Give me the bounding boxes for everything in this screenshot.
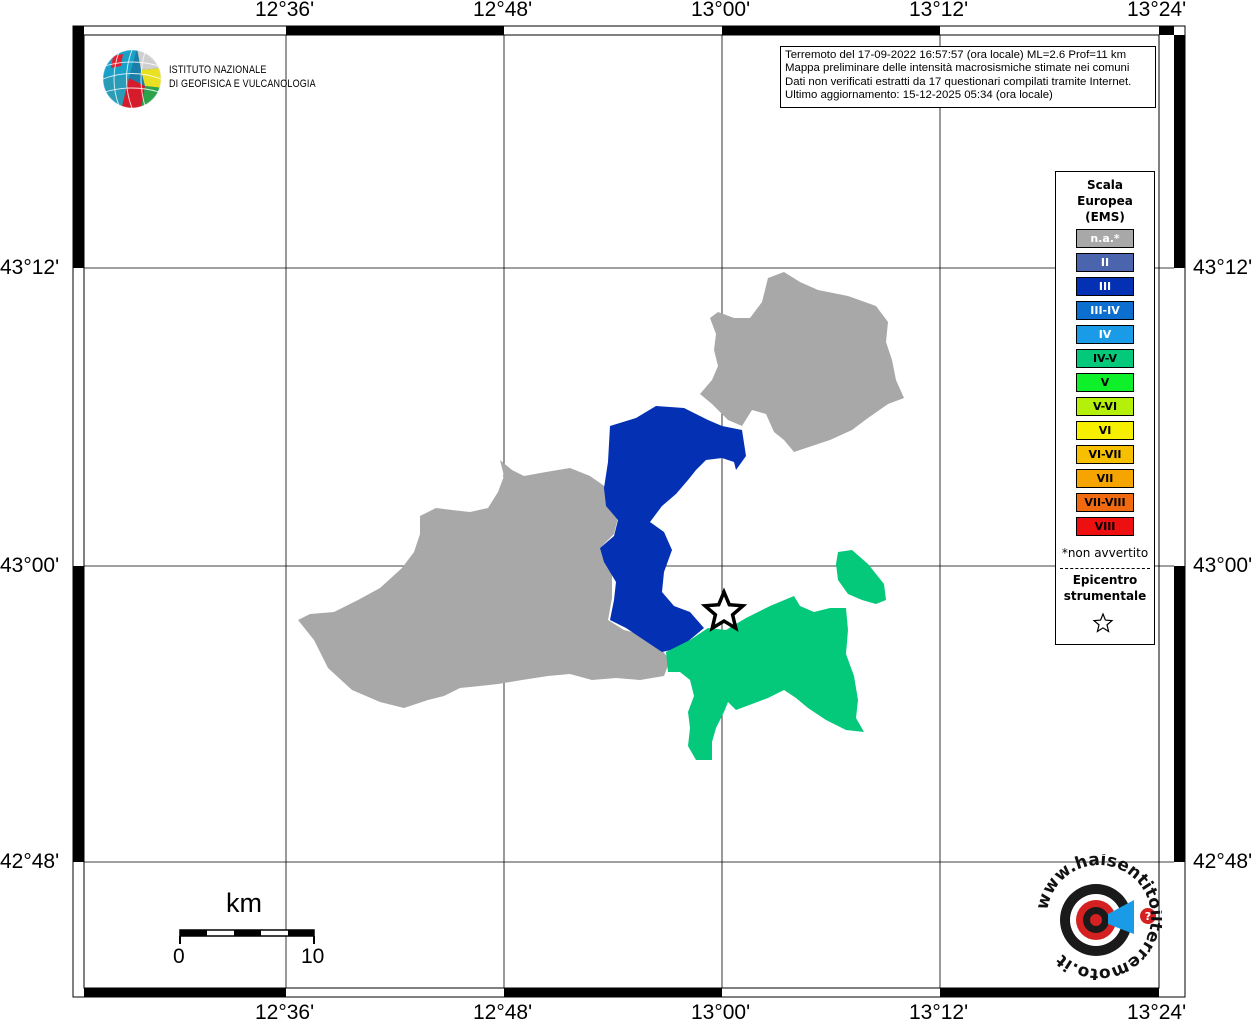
event-info-box: Terremoto del 17-09-2022 16:57:57 (ora l… <box>780 46 1156 108</box>
legend-swatch: IV <box>1076 325 1134 344</box>
legend-epicenter-line: strumentale <box>1063 589 1147 603</box>
right-lat-label: 42°48' <box>1193 850 1253 873</box>
frame-bottom-stripes <box>84 988 1159 997</box>
ingv-globe-icon <box>102 49 162 109</box>
legend-title-line: Scala <box>1086 178 1124 192</box>
scale-unit-label: km <box>226 888 262 918</box>
ems-legend: Scala Europea (EMS) n.a.* II III III-IV IV IV… <box>1055 171 1155 645</box>
bottom-lon-label: 12°36' <box>255 1001 315 1024</box>
top-lon-label: 13°12' <box>909 0 969 21</box>
legend-swatch: V-VI <box>1076 397 1134 416</box>
event-info-line: Terremoto del 17-09-2022 16:57:57 (ora l… <box>785 49 1127 61</box>
left-lat-label: 42°48' <box>0 850 60 873</box>
bottom-lon-label: 12°48' <box>473 1001 533 1024</box>
legend-title-line: Europea <box>1077 194 1133 208</box>
legend-note: *non avvertito <box>1061 546 1149 560</box>
left-lat-label: 43°12' <box>0 256 60 279</box>
legend-title: Scala Europea (EMS) <box>1056 177 1154 225</box>
right-lat-label: 43°00' <box>1193 554 1253 577</box>
legend-swatch: IV-V <box>1076 349 1134 368</box>
event-info-line: Ultimo aggiornamento: 15-12-2025 05:34 (… <box>785 89 1053 102</box>
bottom-lon-label: 13°12' <box>909 1001 969 1024</box>
scale-end-label: 10 <box>301 945 325 968</box>
legend-star-icon <box>1092 612 1114 633</box>
legend-separator <box>1060 568 1150 569</box>
left-lat-label: 43°00' <box>0 554 60 577</box>
ingv-logo-line1: ISTITUTO NAZIONALE <box>169 64 267 76</box>
legend-swatch: V <box>1076 373 1134 392</box>
legend-epicenter-line: Epicentro <box>1072 573 1138 587</box>
concentric-target-icon: ? www.haisentitoilterremoto.it <box>1032 850 1166 984</box>
top-lon-label: 13°00' <box>691 0 751 21</box>
legend-swatch: III-IV <box>1076 301 1134 320</box>
bottom-lon-label: 13°00' <box>691 1001 751 1024</box>
legend-swatch: VI <box>1076 421 1134 440</box>
legend-swatch: II <box>1076 253 1134 272</box>
legend-swatch: III <box>1076 277 1134 296</box>
legend-epicenter-label: Epicentro strumentale <box>1056 572 1154 604</box>
top-lon-label: 12°48' <box>473 0 533 21</box>
event-info-line: Dati non verificati estratti da 17 quest… <box>785 75 1132 88</box>
legend-swatch: VIII <box>1076 517 1134 536</box>
top-lon-label: 13°24' <box>1127 0 1187 21</box>
legend-swatch: VII-VIII <box>1076 493 1134 512</box>
ingv-logo-line2: DI GEOFISICA E VULCANOLOGIA <box>169 78 316 90</box>
event-info-line: Mappa preliminare delle intensità macros… <box>785 62 1130 75</box>
legend-swatch: n.a.* <box>1076 229 1134 248</box>
top-lon-label: 12°36' <box>255 0 315 21</box>
legend-swatch: VI-VII <box>1076 445 1134 464</box>
right-lat-label: 43°12' <box>1193 256 1253 279</box>
bottom-lon-label: 13°24' <box>1127 1001 1187 1024</box>
legend-swatch: VII <box>1076 469 1134 488</box>
legend-title-line: (EMS) <box>1085 210 1125 224</box>
scale-start-label: 0 <box>173 945 185 968</box>
haisentito-badge[interactable]: ? www.haisentitoilterremoto.it <box>1032 850 1166 984</box>
